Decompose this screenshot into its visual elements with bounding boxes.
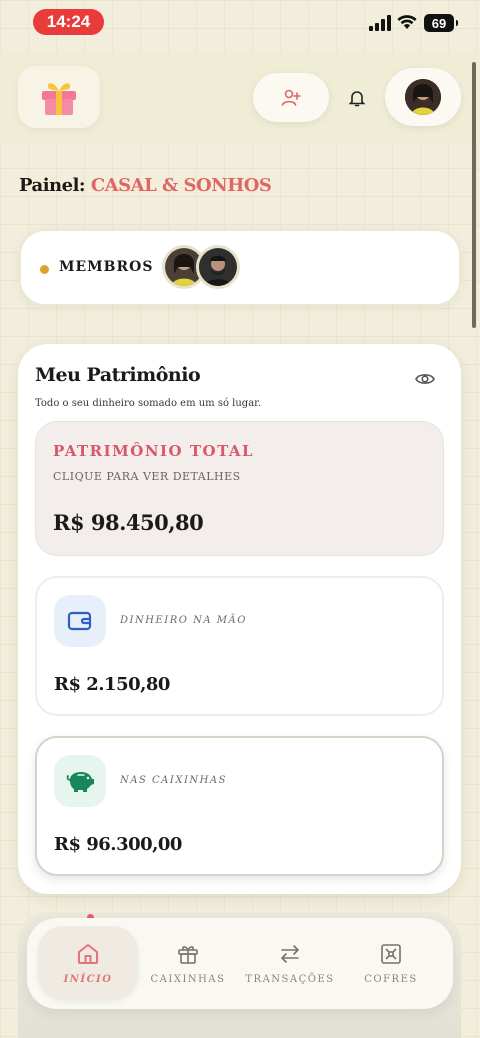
nav-label: CAIXINHAS <box>150 973 226 985</box>
cash-card[interactable]: DINHEIRO NA MÃO R$ 2.150,80 <box>35 576 444 716</box>
nav-label: COFRES <box>364 973 418 985</box>
logo-button[interactable] <box>18 66 100 128</box>
nav-item-caixinhas[interactable]: CAIXINHAS <box>138 926 238 1000</box>
nav-label: TRANSAÇÕES <box>245 973 335 985</box>
boxes-label: NAS CAIXINHAS <box>120 775 227 786</box>
boxes-icon-wrap <box>54 755 106 807</box>
patrimonio-title: Meu Patrimônio <box>35 364 201 386</box>
member-avatar[interactable] <box>196 245 240 289</box>
battery-indicator: 69 <box>424 14 458 32</box>
wallet-icon <box>67 611 92 631</box>
total-card[interactable]: PATRIMÔNIO TOTAL CLIQUE PARA VER DETALHE… <box>35 421 444 556</box>
patrimonio-card: Meu Patrimônio Todo o seu dinheiro somad… <box>18 344 461 894</box>
members-card[interactable]: MEMBROS <box>19 229 461 306</box>
members-dot <box>40 265 49 274</box>
boxes-card[interactable]: NAS CAIXINHAS R$ 96.300,00 <box>35 736 444 876</box>
cash-value: R$ 2.150,80 <box>54 674 170 695</box>
profile-button[interactable] <box>385 68 461 126</box>
wifi-icon <box>397 15 417 29</box>
status-bar: 14:24 69 <box>0 0 480 46</box>
boxes-value: R$ 96.300,00 <box>54 834 182 855</box>
add-member-button[interactable] <box>253 73 329 122</box>
cash-icon-wrap <box>54 595 106 647</box>
eye-icon[interactable] <box>414 368 436 390</box>
panel-title-prefix: Painel: <box>19 175 86 196</box>
piggy-bank-icon <box>66 772 94 792</box>
panel-name[interactable]: CASAL & SONHOS <box>91 175 272 196</box>
avatar <box>405 79 441 115</box>
status-time: 14:24 <box>33 9 104 35</box>
signal-icon <box>369 15 391 31</box>
nav-item-transacoes[interactable]: TRANSAÇÕES <box>240 926 340 1000</box>
gift-icon <box>42 83 76 115</box>
vault-icon <box>381 943 401 964</box>
nav-label: INÍCIO <box>63 973 113 985</box>
user-plus-icon <box>281 89 301 106</box>
patrimonio-subtitle: Todo o seu dinheiro somado em um só luga… <box>35 398 262 409</box>
total-hint: CLIQUE PARA VER DETALHES <box>53 470 241 483</box>
bell-icon <box>348 91 366 107</box>
arrows-swap-icon <box>281 944 299 963</box>
nav-item-inicio[interactable]: INÍCIO <box>38 926 138 1000</box>
scrollbar[interactable] <box>472 62 476 328</box>
bottom-nav: INÍCIO CAIXINHAS TRANSAÇÕES COFRES <box>27 918 453 1009</box>
total-label: PATRIMÔNIO TOTAL <box>53 442 255 460</box>
panel-title: Painel: CASAL & SONHOS <box>19 175 272 196</box>
notifications-button[interactable] <box>343 84 371 112</box>
gift-icon <box>178 945 198 964</box>
nav-item-cofres[interactable]: COFRES <box>341 926 441 1000</box>
home-icon <box>78 943 98 964</box>
members-label: MEMBROS <box>59 259 154 275</box>
cash-label: DINHEIRO NA MÃO <box>120 615 247 626</box>
total-value: R$ 98.450,80 <box>53 510 204 535</box>
